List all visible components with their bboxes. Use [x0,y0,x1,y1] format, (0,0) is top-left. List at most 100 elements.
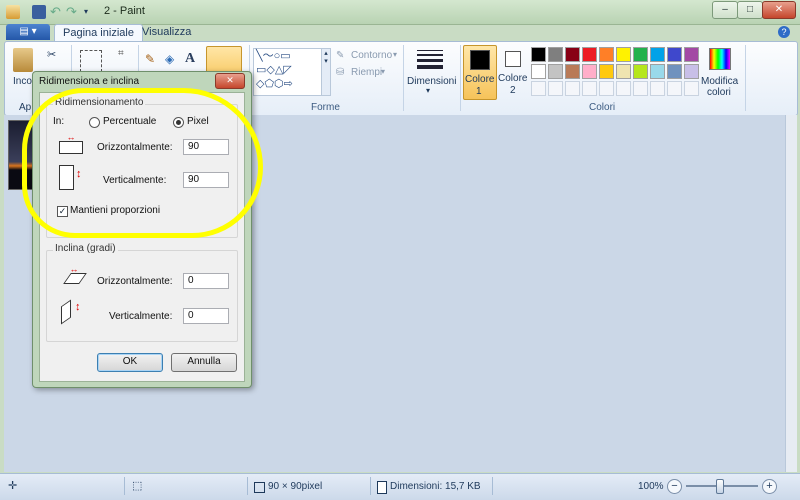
palette-swatch[interactable] [684,47,699,62]
skew-vertical-input[interactable] [183,308,229,324]
minimize-button[interactable]: – [712,1,738,19]
palette-swatch[interactable] [531,47,546,62]
palette-swatch[interactable] [565,47,580,62]
paste-label[interactable]: Inco [13,76,32,87]
ok-button[interactable]: OK [97,353,163,372]
palette-empty-swatch[interactable] [684,81,699,96]
zoom-in-button[interactable]: + [762,479,777,494]
save-icon[interactable] [32,5,46,19]
palette-swatch[interactable] [548,64,563,79]
palette-swatch[interactable] [548,47,563,62]
redo-icon[interactable]: ↷ [66,5,80,19]
help-icon[interactable]: ? [778,26,790,38]
palette-swatch[interactable] [684,64,699,79]
palette-empty-swatch[interactable] [548,81,563,96]
percent-radio[interactable] [89,117,100,128]
fill-bucket-icon[interactable]: ◈ [165,52,174,66]
edit-colors-label-line2[interactable]: colori [707,87,731,98]
color1-swatch [470,50,490,70]
close-button[interactable]: ✕ [762,1,796,19]
palette-swatch[interactable] [565,64,580,79]
vertical-input[interactable] [183,172,229,188]
palette-empty-swatch[interactable] [582,81,597,96]
horizontal-skew-icon: ↔ [61,265,87,287]
paint-menu-button[interactable]: ▤ ▾ [6,24,50,40]
cut-icon[interactable]: ✂ [47,48,56,61]
maximize-button[interactable]: □ [737,1,763,19]
palette-empty-swatch[interactable] [650,81,665,96]
status-separator [370,477,371,495]
image-size-text: 90 × 90pixel [268,481,323,492]
dialog-close-button[interactable]: ✕ [215,73,245,89]
color1-button[interactable]: Colore 1 [463,45,497,100]
palette-swatch[interactable] [650,47,665,62]
palette-swatch[interactable] [667,64,682,79]
palette-empty-swatch[interactable] [599,81,614,96]
outline-dropdown-arrow-icon[interactable]: ▾ [393,50,397,59]
skew-vertical-label: Verticalmente: [109,311,173,322]
cancel-button[interactable]: Annulla [171,353,237,372]
pencil-icon[interactable]: ✎ [145,52,155,66]
status-bar: ✛ ⬚ 90 × 90pixel Dimensioni: 15,7 KB 100… [0,473,800,500]
crop-icon[interactable]: ⌗ [118,48,124,59]
palette-empty-swatch[interactable] [531,81,546,96]
undo-icon[interactable]: ↶ [50,5,64,19]
pixel-label[interactable]: Pixel [187,116,209,127]
palette-swatch[interactable] [531,64,546,79]
paint-app-icon[interactable] [6,5,20,19]
palette-swatch[interactable] [633,64,648,79]
outline-icon[interactable]: ✎ [336,50,344,61]
horizontal-resize-icon: ↔ [59,133,83,154]
shapes-gallery[interactable]: ╲〜○▭ ▭◇△◸ ◇⬠⬡⇨ [253,48,323,96]
edit-colors-icon[interactable] [709,48,731,70]
keep-ratio-label[interactable]: Mantieni proporzioni [70,205,160,216]
palette-swatch[interactable] [616,47,631,62]
fill-dropdown-arrow-icon[interactable]: ▾ [381,67,385,76]
horizontal-input[interactable] [183,139,229,155]
palette-swatch[interactable] [667,47,682,62]
zoom-slider-thumb[interactable] [716,479,724,494]
palette-swatch[interactable] [582,47,597,62]
palette-empty-swatch[interactable] [616,81,631,96]
color2-button[interactable]: Colore 2 [497,45,529,98]
palette-swatch[interactable] [582,64,597,79]
shapes-scroll[interactable]: ▴ ▾ [321,48,331,96]
cursor-position-icon: ✛ [8,480,18,492]
vertical-skew-icon: ↕ [61,299,87,327]
outline-dropdown[interactable]: Contorno [351,50,392,61]
file-size-text: Dimensioni: 15,7 KB [390,481,481,492]
vertical-scrollbar[interactable] [785,115,797,472]
percent-label[interactable]: Percentuale [103,116,156,127]
palette-swatch[interactable] [633,47,648,62]
quick-access-dropdown-icon[interactable]: ▾ [84,5,98,19]
palette-swatch[interactable] [599,64,614,79]
horizontal-label: Orizzontalmente: [97,142,173,153]
ribbon-tabs: ▤ ▾ Pagina iniziale Visualizza ? [0,24,800,42]
select-icon[interactable] [80,50,102,72]
skew-horizontal-input[interactable] [183,273,229,289]
size-icon[interactable] [417,48,443,69]
palette-swatch[interactable] [599,47,614,62]
palette-swatch[interactable] [650,64,665,79]
text-tool-icon[interactable]: A [185,51,195,67]
size-dropdown-icon[interactable]: ▾ [426,86,430,95]
image-size-icon [254,482,265,493]
color2-number: 2 [510,85,516,96]
tab-home[interactable]: Pagina iniziale [54,24,143,42]
palette-empty-swatch[interactable] [667,81,682,96]
zoom-level: 100% [638,481,664,492]
keep-ratio-checkbox[interactable]: ✓ [57,206,68,217]
fill-icon[interactable]: ⛁ [336,67,344,78]
tab-view[interactable]: Visualizza [134,24,199,41]
zoom-out-button[interactable]: − [667,479,682,494]
palette-empty-swatch[interactable] [633,81,648,96]
pixel-radio[interactable] [173,117,184,128]
palette-empty-swatch[interactable] [565,81,580,96]
status-separator [124,477,125,495]
size-button[interactable]: Dimensioni [407,76,456,87]
zoom-out-label: − [671,480,678,492]
fill-dropdown[interactable]: Riempi [351,67,382,78]
paste-icon[interactable] [13,48,33,72]
edit-colors-label[interactable]: Modifica [701,76,738,87]
palette-swatch[interactable] [616,64,631,79]
